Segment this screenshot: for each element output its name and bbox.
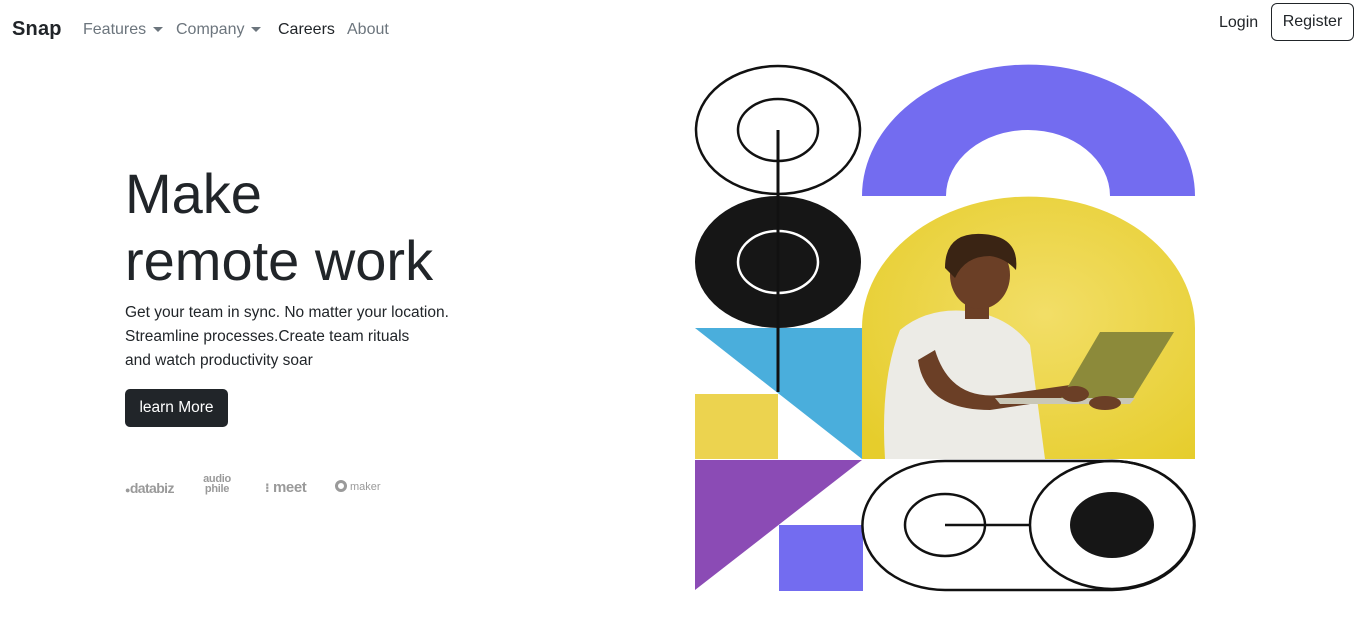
hero-description-line-2: Streamline processes.Create team rituals — [125, 328, 410, 345]
nav-features-dropdown[interactable]: Features — [83, 21, 164, 39]
hero-title-line-1: Make — [125, 162, 262, 225]
purple-arch-shape — [862, 64, 1195, 196]
databiz-logo: ●databiz — [125, 480, 174, 496]
yellow-square-shape — [695, 394, 778, 459]
maker-logo-text: maker — [350, 481, 381, 493]
hero-title-line-2: remote work — [125, 229, 434, 292]
audiophile-logo-bottom: phile — [204, 483, 230, 495]
nav-company-dropdown[interactable]: Company — [176, 21, 262, 39]
caret-down-icon — [251, 26, 262, 32]
learn-more-button[interactable]: learn More — [125, 389, 228, 427]
meet-logo-text: meet — [272, 479, 307, 496]
hero-title: Make remote work — [125, 160, 605, 294]
pill-rings-shape — [861, 459, 1196, 592]
nav-about-link[interactable]: About — [347, 21, 389, 39]
person-photo — [862, 196, 1195, 459]
audiophile-logo: audio phile — [195, 474, 239, 495]
register-button[interactable]: Register — [1271, 3, 1354, 41]
hero-illustration — [690, 60, 1202, 596]
nav-about-label: About — [347, 21, 389, 38]
meet-logo: ⁝ meet — [265, 479, 307, 496]
client-logos: ●databiz audio phile ⁝ meet maker — [125, 474, 395, 502]
hero-description-line-3: and watch productivity soar — [125, 352, 313, 369]
navbar: Snap Features Company Careers About Logi… — [0, 0, 1356, 62]
databiz-logo-text: databiz — [129, 480, 175, 496]
login-link[interactable]: Login — [1219, 13, 1258, 33]
nav-features-label: Features — [83, 21, 147, 38]
maker-icon — [335, 480, 347, 492]
brand-logo[interactable]: Snap — [12, 18, 62, 41]
hero-description-line-1: Get your team in sync. No matter your lo… — [125, 304, 449, 321]
nav-careers-label: Careers — [278, 21, 335, 38]
purple-square-shape — [779, 525, 863, 591]
maker-logo: maker — [335, 480, 381, 493]
nav-company-label: Company — [176, 21, 245, 38]
hero-illustration-svg — [694, 64, 1196, 592]
nav-careers-link[interactable]: Careers — [278, 21, 335, 39]
caret-down-icon — [153, 26, 164, 32]
hero-description: Get your team in sync. No matter your lo… — [125, 301, 545, 373]
